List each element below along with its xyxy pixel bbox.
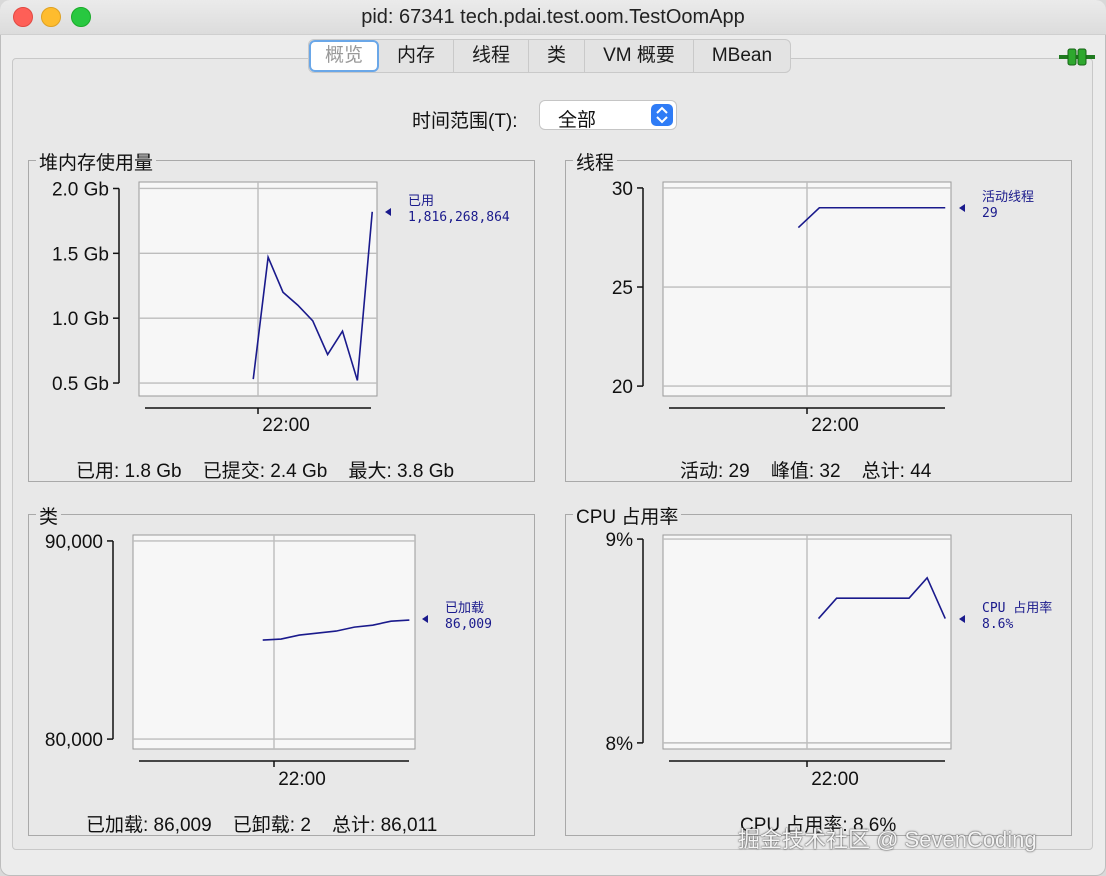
legend-series-value: 8.6% [982, 617, 1013, 632]
y-tick-label: 8% [606, 734, 634, 755]
cpu-usage-chart: 8% 9% 22:00 CPU 占用率8.6% [606, 530, 1053, 790]
x-tick-label: 22:00 [811, 769, 859, 790]
legend-series-name: CPU 占用率 [982, 600, 1052, 616]
watermark: 掘金技术社区 @ SevenCoding [738, 827, 1037, 852]
app-window: pid: 67341 tech.pdai.test.oom.TestOomApp… [0, 0, 1106, 876]
y-tick-label: 9% [606, 530, 634, 551]
legend-marker-icon [959, 615, 965, 623]
